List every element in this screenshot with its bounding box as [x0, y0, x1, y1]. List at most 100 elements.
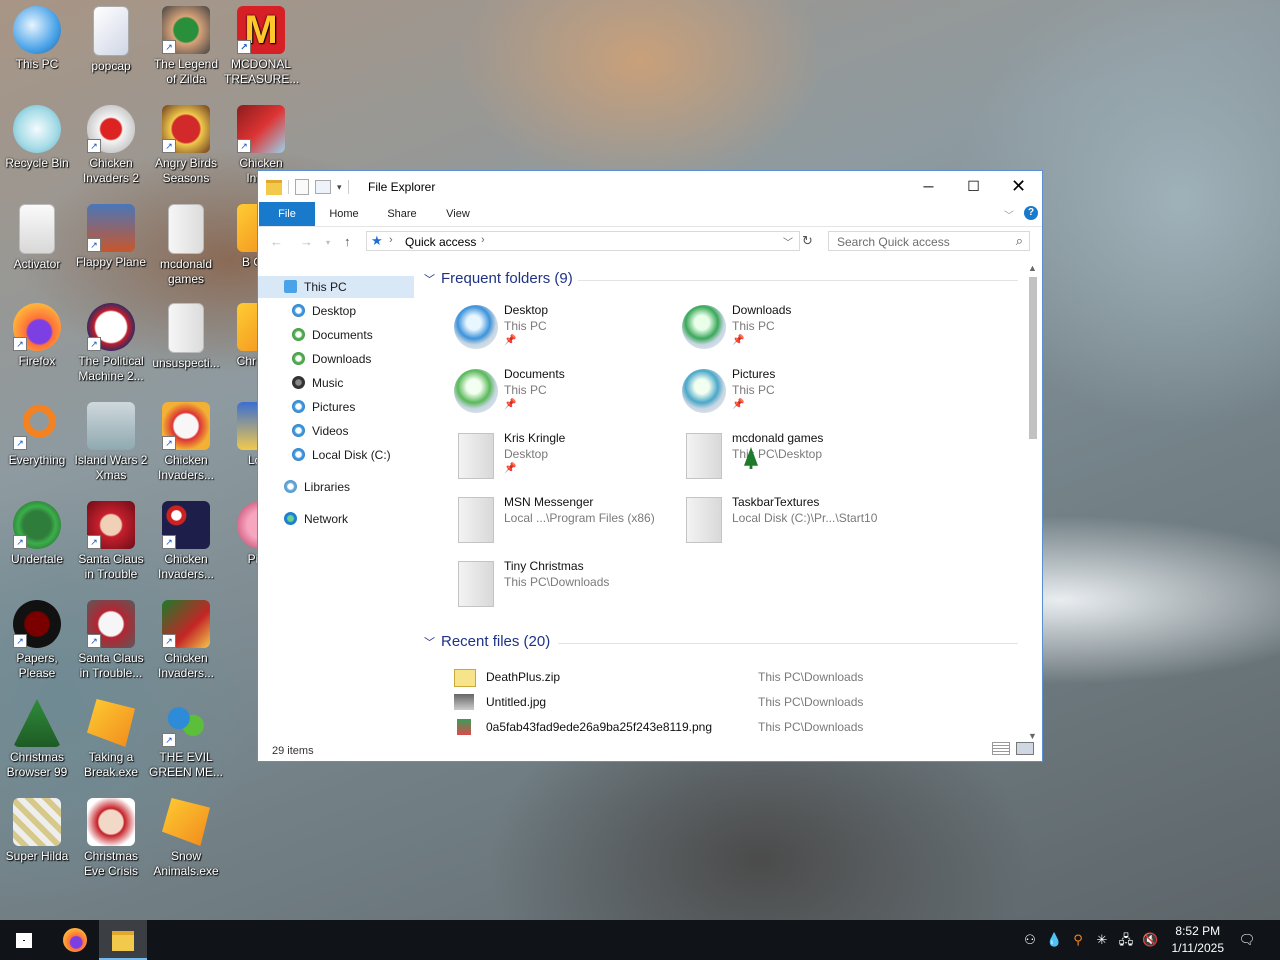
- desktop-icon-activator[interactable]: Activator: [0, 200, 74, 272]
- folder-tile-desktop[interactable]: Desktop This PC 📌: [454, 303, 674, 361]
- network-people-icon[interactable]: ⚇: [1022, 932, 1038, 948]
- nav-this-pc[interactable]: This PC: [258, 276, 414, 298]
- folder-tile-msn-messenger[interactable]: MSN Messenger Local ...\Program Files (x…: [454, 495, 674, 553]
- address-dropdown-icon[interactable]: ﹀: [783, 234, 793, 249]
- taskbar-file-explorer[interactable]: [99, 920, 147, 960]
- recent-file-row[interactable]: DeathPlus.zip This PC\Downloads: [448, 666, 1008, 688]
- notification-icon[interactable]: 🗨: [1238, 932, 1256, 948]
- details-view-icon[interactable]: [992, 742, 1010, 755]
- folder-tile-pictures[interactable]: Pictures This PC 📌: [682, 367, 902, 425]
- desktop-icon-chicken-invaders-c[interactable]: ↗ Chicken Invaders...: [149, 596, 223, 681]
- desktop-icon-mcdonal-treasure[interactable]: M ↗ MCDONAL TREASURE...: [224, 2, 299, 87]
- nav-videos[interactable]: Videos: [292, 420, 348, 442]
- nav-desktop[interactable]: Desktop: [292, 300, 356, 322]
- address-bar[interactable]: ★ › Quick access › ﹀: [366, 231, 800, 251]
- scroll-up-icon[interactable]: ▲: [1028, 263, 1037, 273]
- desktop-icon-chicken-invaders-a[interactable]: ↗ Chicken Invaders...: [149, 398, 223, 483]
- desktop-icon-christmas-browser[interactable]: Christmas Browser 99: [0, 695, 74, 780]
- help-icon[interactable]: ?: [1024, 206, 1038, 220]
- desktop-icon-firefox[interactable]: ↗ Firefox: [0, 299, 74, 369]
- asterisk-icon[interactable]: ✳: [1094, 932, 1110, 948]
- scroll-down-icon[interactable]: ▼: [1028, 731, 1037, 741]
- desktop-icon-everything[interactable]: ↗ Everything: [0, 398, 74, 468]
- desktop-icon-unsuspecting[interactable]: unsuspecti...: [149, 299, 223, 371]
- desktop-icon-santa-claus-trouble-2[interactable]: ↗ Santa Claus in Trouble...: [74, 596, 148, 681]
- desktop-icon-island-wars[interactable]: Island Wars 2 Xmas: [74, 398, 148, 483]
- frequent-folders-header[interactable]: ﹀ Frequent folders (9): [424, 270, 573, 287]
- address-row: ← → ▾ ↑ ★ › Quick access › ﹀ ↻ Search Qu…: [258, 229, 1042, 255]
- desktop-icon-flappy-plane[interactable]: ↗ Flappy Plane: [74, 200, 148, 270]
- tab-view[interactable]: View: [438, 202, 478, 226]
- desktop-icon-undertale[interactable]: ↗ Undertale: [0, 497, 74, 567]
- vertical-scrollbar[interactable]: ▲ ▼: [1026, 263, 1040, 741]
- desktop-icon-mcdonald-games[interactable]: mcdonald games: [149, 200, 223, 287]
- tab-file[interactable]: File: [259, 202, 315, 226]
- recent-file-row[interactable]: 0a5fab43fad9ede26a9ba25f243e8119.png Thi…: [448, 716, 1008, 738]
- large-icons-view-icon[interactable]: [1016, 742, 1034, 755]
- maximize-button[interactable]: ☐: [951, 171, 996, 201]
- folder-tile-tiny-christmas[interactable]: Tiny Christmas This PC\Downloads: [454, 559, 674, 617]
- desktop-icon-santa-claus-trouble[interactable]: ↗ Santa Claus in Trouble: [74, 497, 148, 582]
- forward-button[interactable]: →: [300, 234, 313, 249]
- desktop-icon-taking-a-break[interactable]: Taking a Break.exe: [74, 695, 148, 780]
- desktop-icon-evil-green-me[interactable]: ↗ THE EVIL GREEN ME...: [149, 695, 223, 780]
- minimize-button[interactable]: ─: [906, 171, 951, 201]
- nav-libraries[interactable]: Libraries: [284, 476, 350, 498]
- network-icon[interactable]: 🖧: [1118, 932, 1134, 948]
- downloads-icon: [292, 352, 305, 365]
- desktop-icon-legend-of-zilda[interactable]: ↗ The Legend of Zilda: [149, 2, 223, 87]
- desktop-icon-this-pc[interactable]: This PC: [0, 2, 74, 72]
- customize-dropdown-icon[interactable]: ▾: [337, 182, 342, 193]
- folder-tile-downloads[interactable]: Downloads This PC 📌: [682, 303, 902, 361]
- droplet-icon[interactable]: 💧: [1046, 932, 1062, 948]
- volume-muted-icon[interactable]: 🔇: [1142, 932, 1158, 948]
- nav-downloads[interactable]: Downloads: [292, 348, 371, 370]
- zip-file-icon: [454, 669, 476, 687]
- desktop-icon-papers-please[interactable]: ↗ Papers, Please: [0, 596, 74, 681]
- breadcrumb-quick-access[interactable]: Quick access: [405, 235, 476, 249]
- nav-pictures[interactable]: Pictures: [292, 396, 355, 418]
- desktop-icon-chicken-invaders-2[interactable]: ↗ Chicken Invaders 2: [74, 101, 148, 186]
- nav-documents[interactable]: Documents: [292, 324, 373, 346]
- folder-tile-documents[interactable]: Documents This PC 📌: [454, 367, 674, 425]
- new-folder-icon[interactable]: [315, 180, 331, 194]
- desktop-icon-political-machine[interactable]: ↗ The Political Machine 2...: [74, 299, 148, 384]
- folder-tile-mcdonald-games[interactable]: mcdonald games This PC\Desktop: [682, 431, 902, 489]
- desktop-icon-recycle-bin[interactable]: Recycle Bin: [0, 101, 74, 171]
- desktop-icon-angry-birds[interactable]: ↗ Angry Birds Seasons: [149, 101, 223, 186]
- start-button[interactable]: [0, 920, 48, 960]
- scroll-thumb[interactable]: [1029, 277, 1037, 439]
- desktop-icon-label: Chicken Invaders...: [157, 651, 215, 680]
- title-bar[interactable]: ▾ File Explorer ─ ☐ ✕: [258, 171, 1042, 201]
- nav-local-disk[interactable]: Local Disk (C:): [292, 444, 391, 466]
- search-box[interactable]: Search Quick access ⌕: [828, 231, 1030, 251]
- close-button[interactable]: ✕: [996, 171, 1041, 201]
- tab-home[interactable]: Home: [324, 202, 364, 226]
- expand-ribbon-icon[interactable]: ﹀: [1004, 207, 1014, 222]
- nav-network[interactable]: Network: [284, 508, 348, 530]
- folder-tile-taskbartextures[interactable]: TaskbarTextures Local Disk (C:)\Pr...\St…: [682, 495, 902, 553]
- clock[interactable]: 8:52 PM 1/11/2025: [1172, 923, 1225, 957]
- tile-name: Tiny Christmas: [504, 559, 584, 573]
- back-button[interactable]: ←: [270, 234, 283, 249]
- desktop-icon-snow-animals[interactable]: Snow Animals.exe: [149, 794, 223, 879]
- everything-tray-icon[interactable]: ⚲: [1070, 932, 1086, 948]
- refresh-icon[interactable]: ↻: [802, 233, 813, 249]
- recent-files-header[interactable]: ﹀ Recent files (20): [424, 633, 550, 650]
- chicken-icon: ↗: [162, 402, 210, 450]
- up-button[interactable]: ↑: [344, 234, 351, 249]
- tile-location: Local Disk (C:)\Pr...\Start10: [732, 511, 878, 525]
- folder-tile-kris-kringle[interactable]: Kris Kringle Desktop 📌: [454, 431, 674, 489]
- recent-file-row[interactable]: Untitled.jpg This PC\Downloads: [448, 691, 1008, 713]
- recent-locations-button[interactable]: ▾: [326, 238, 330, 247]
- desktop-icon-chicken-invaders-b[interactable]: ↗ Chicken Invaders...: [149, 497, 223, 582]
- desktop-icon-christmas-eve-crisis[interactable]: Christmas Eve Crisis: [74, 794, 148, 879]
- tile-location: This PC\Downloads: [504, 575, 610, 589]
- taskbar-firefox[interactable]: [50, 920, 98, 960]
- music-icon: [292, 376, 305, 389]
- tab-share[interactable]: Share: [382, 202, 422, 226]
- nav-music[interactable]: Music: [292, 372, 343, 394]
- desktop-icon-popcap[interactable]: popcap: [74, 2, 148, 74]
- desktop-icon-super-hilda[interactable]: Super Hilda: [0, 794, 74, 864]
- properties-icon[interactable]: [295, 179, 309, 195]
